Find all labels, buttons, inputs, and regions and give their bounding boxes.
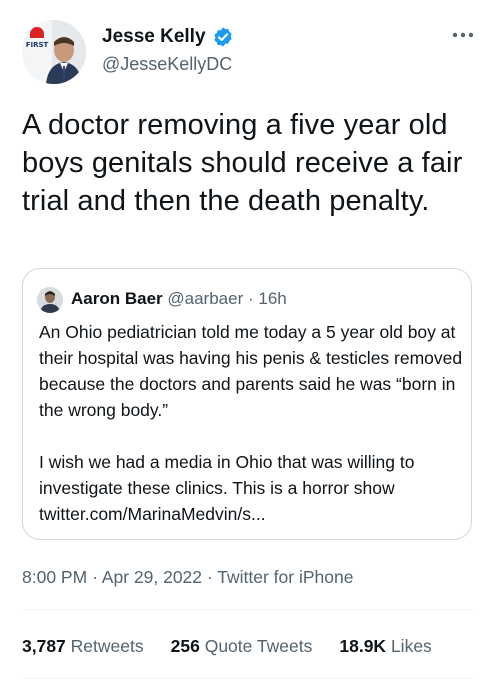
retweets-stat[interactable]: 3,787 Retweets (22, 636, 144, 657)
retweets-label: Retweets (70, 636, 144, 656)
quote-author-handle: @aarbaer (167, 289, 244, 308)
avatar-image: FIRST (22, 20, 86, 84)
quote-tweets-stat[interactable]: 256 Quote Tweets (171, 636, 313, 657)
quote-author-name: Aaron Baer (71, 289, 163, 308)
tweet-date[interactable]: Apr 29, 2022 (102, 567, 202, 587)
divider-top (22, 609, 474, 610)
author-name[interactable]: Jesse Kelly (102, 26, 206, 48)
tweet-time[interactable]: 8:00 PM (22, 567, 87, 587)
likes-count: 18.9K (339, 636, 387, 656)
author-avatar[interactable]: FIRST (22, 20, 86, 84)
quote-paragraph-1: An Ohio pediatrician told me today a 5 y… (39, 322, 463, 420)
tweet-text: A doctor removing a five year old boys g… (22, 109, 463, 217)
tweet-stats: 3,787 Retweets 256 Quote Tweets 18.9K Li… (22, 636, 432, 657)
quote-separator: · (247, 289, 254, 308)
retweets-count: 3,787 (22, 636, 66, 656)
quote-author-avatar (37, 287, 63, 313)
divider-bottom (22, 678, 474, 679)
verified-badge-icon (213, 27, 232, 47)
meta-separator-2: · (206, 567, 213, 587)
author-name-row[interactable]: Jesse Kelly (102, 26, 234, 48)
quote-avatar-image (37, 287, 63, 313)
quote-timestamp: 16h (258, 289, 287, 308)
avatar-logo-text: FIRST (26, 41, 49, 49)
meta-separator-1: · (92, 567, 98, 587)
more-horizontal-icon[interactable] (452, 30, 474, 40)
quoted-tweet[interactable]: Aaron Baer @aarbaer · 16h An Ohio pediat… (22, 268, 472, 540)
quote-tweets-count: 256 (170, 636, 200, 656)
likes-label: Likes (390, 636, 432, 656)
quote-tweets-label: Quote Tweets (204, 636, 313, 656)
likes-stat[interactable]: 18.9K Likes (339, 636, 431, 657)
quote-header: Aaron Baer @aarbaer · 16h (71, 289, 287, 309)
author-handle[interactable]: @JesseKellyDC (102, 54, 232, 75)
tweet: FIRST Jesse Kelly @JesseKellyDC A doctor… (0, 0, 496, 689)
quote-paragraph-2: I wish we had a media in Ohio that was w… (39, 452, 415, 524)
quote-text: An Ohio pediatrician told me today a 5 y… (39, 319, 464, 527)
tweet-meta: 8:00 PM · Apr 29, 2022 · Twitter for iPh… (22, 567, 353, 588)
tweet-source[interactable]: Twitter for iPhone (217, 567, 353, 587)
